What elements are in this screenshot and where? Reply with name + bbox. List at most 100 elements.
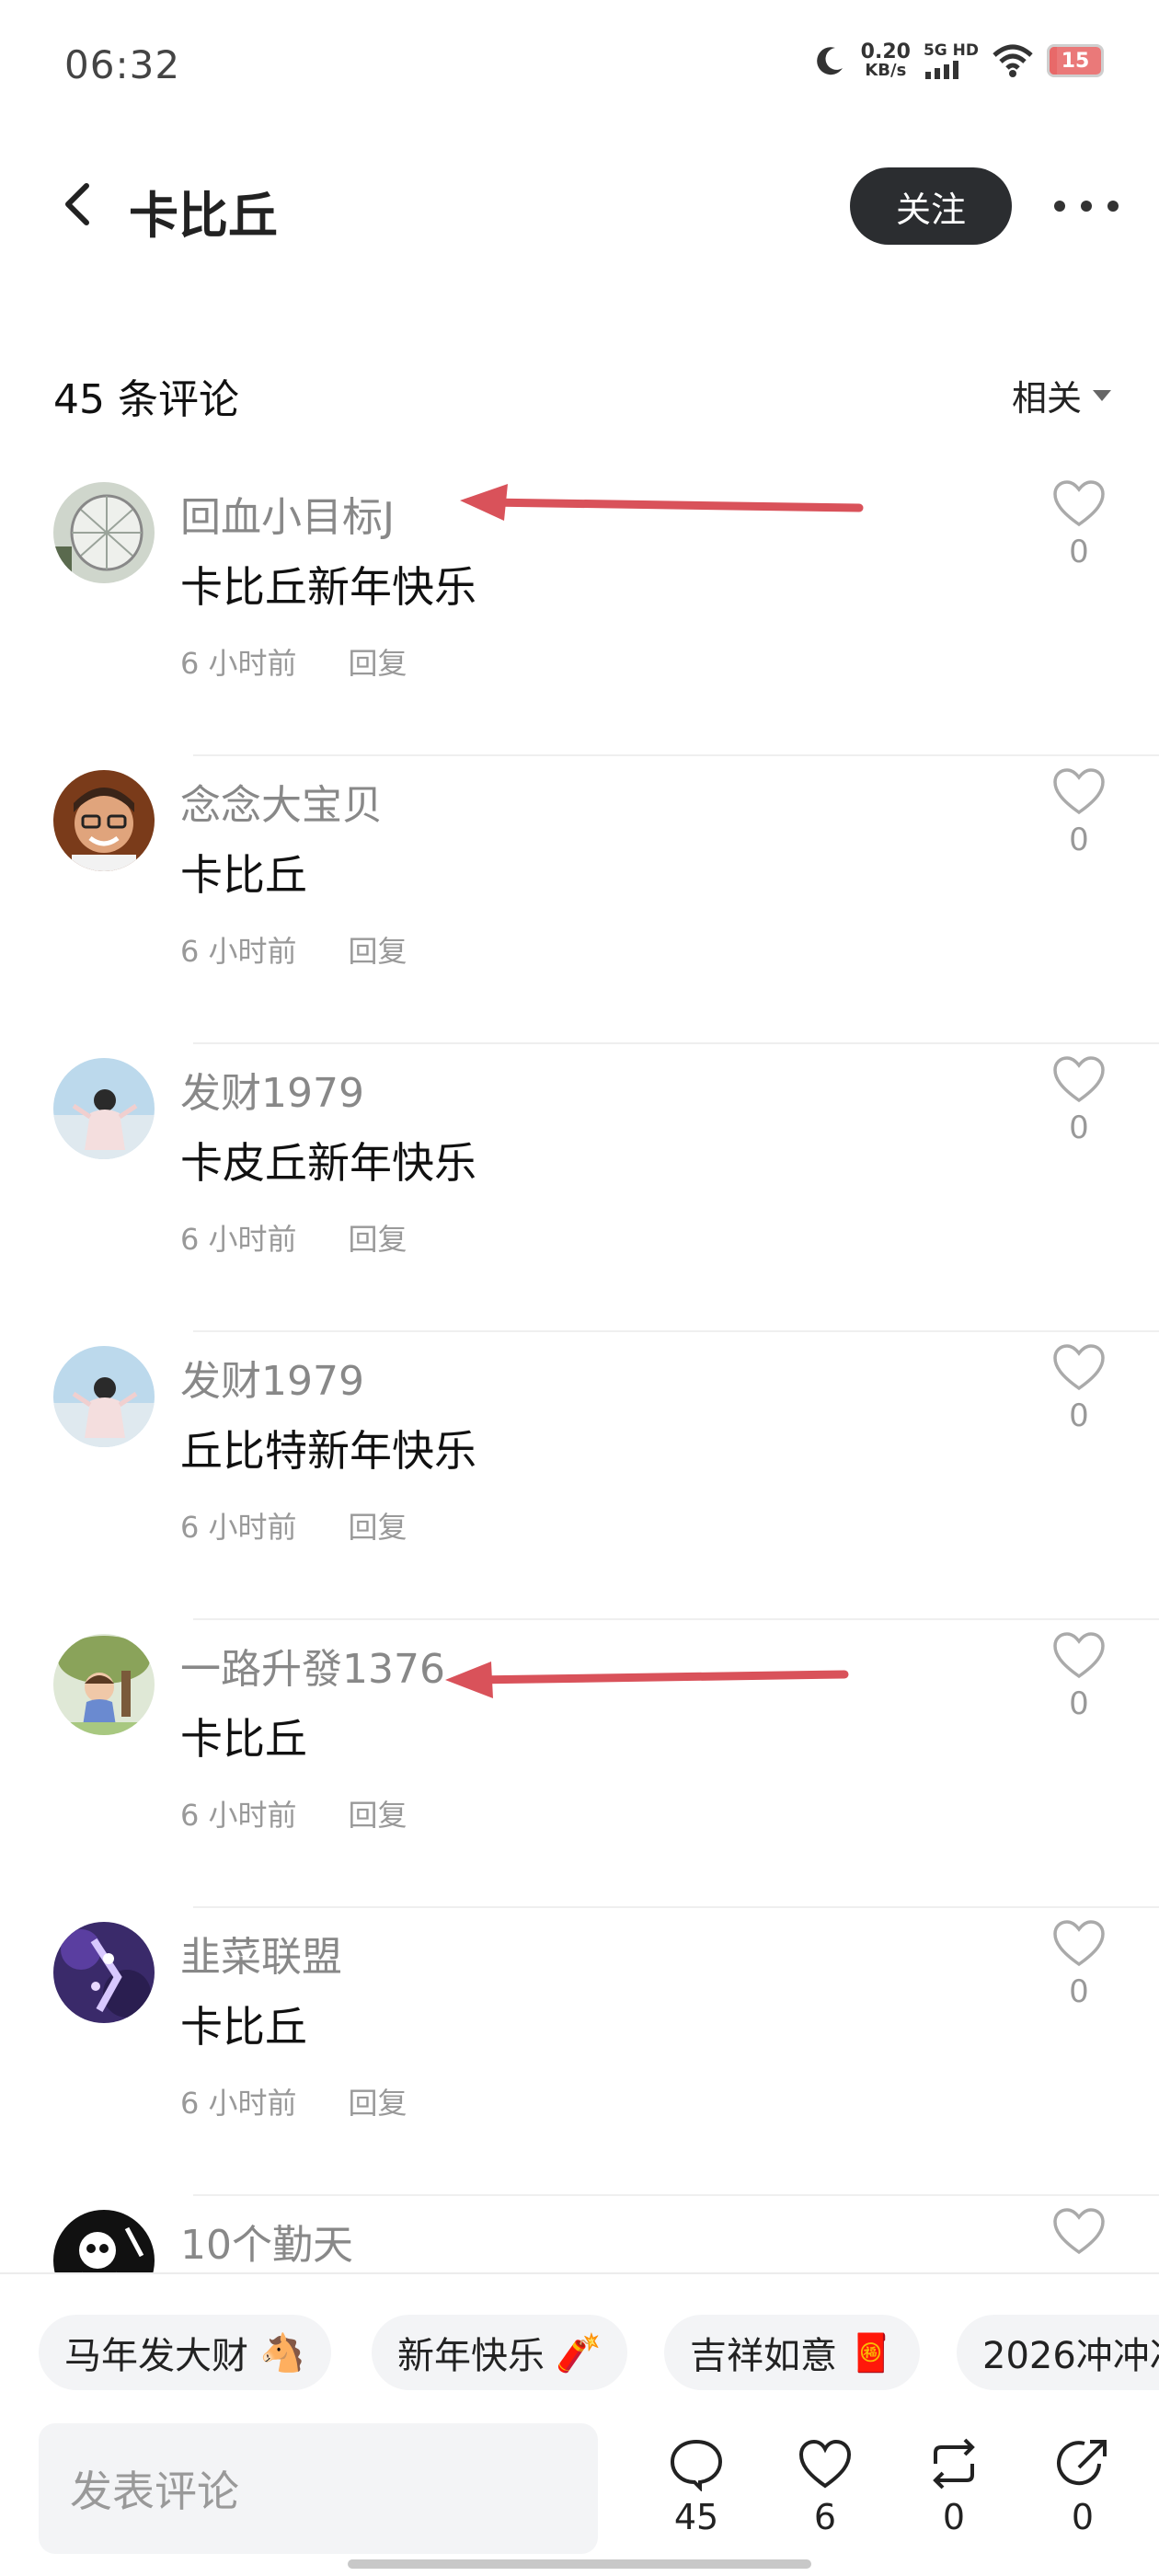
comment-username[interactable]: 一路升發1376 — [180, 1636, 445, 1695]
follow-button[interactable]: 关注 — [850, 167, 1012, 245]
like-count: 0 — [1069, 1973, 1089, 2010]
like-button[interactable]: 0 — [1049, 1342, 1109, 1434]
comment-item: 念念大宝贝 卡比丘 6 小时前 回复 0 — [0, 757, 1159, 1044]
divider — [193, 754, 1159, 756]
comment-time: 6 小时前 — [180, 646, 297, 681]
reply-button[interactable]: 回复 — [349, 2080, 407, 2122]
comment-text: 卡比丘 — [180, 1714, 307, 1764]
share-action[interactable]: 0 — [1041, 2436, 1124, 2537]
like-count: 0 — [1069, 1397, 1089, 1434]
like-count: 0 — [1069, 822, 1089, 858]
heart-icon — [1053, 768, 1105, 815]
comment-meta: 6 小时前 回复 — [180, 1792, 407, 1834]
like-button[interactable]: 0 — [1049, 1054, 1109, 1146]
moon-icon — [816, 47, 843, 75]
caret-down-icon — [1093, 389, 1111, 401]
likes-action[interactable]: 6 — [784, 2436, 866, 2537]
status-time: 06:32 — [64, 42, 181, 87]
comment-input[interactable]: 发表评论 — [39, 2423, 598, 2554]
like-count: 0 — [1069, 1685, 1089, 1722]
divider — [193, 1042, 1159, 1044]
avatar[interactable] — [53, 770, 155, 871]
comment-meta: 6 小时前 回复 — [180, 2080, 407, 2122]
reply-button[interactable]: 回复 — [349, 928, 407, 971]
top-nav: 卡比丘 关注 — [0, 156, 1159, 258]
comment-item: 发财1979 丘比特新年快乐 6 小时前 回复 0 — [0, 1333, 1159, 1620]
avatar[interactable] — [53, 2210, 155, 2272]
repost-icon — [933, 2438, 975, 2490]
avatar[interactable] — [53, 1058, 155, 1159]
like-button[interactable]: 0 — [1049, 766, 1109, 858]
divider — [193, 1906, 1159, 1908]
sort-label: 相关 — [1011, 378, 1082, 419]
divider — [193, 1330, 1159, 1332]
comment-text: 卡皮丘新年快乐 — [180, 1138, 476, 1188]
quick-reply-chip[interactable]: 2026冲冲冲 — [957, 2315, 1159, 2390]
comment-username[interactable]: 念念大宝贝 — [180, 772, 383, 831]
comment-meta: 6 小时前 回复 — [180, 928, 407, 971]
comment-text: 卡比丘 — [180, 2002, 307, 2052]
repost-action[interactable]: 0 — [912, 2436, 995, 2537]
heart-icon — [1053, 1920, 1105, 1967]
comment-text: 丘比特新年快乐 — [180, 1426, 476, 1476]
home-indicator[interactable] — [348, 2559, 811, 2569]
firecracker-icon: 🧨 — [556, 2331, 602, 2375]
comment-text: 卡比丘 — [180, 850, 307, 900]
comments-action[interactable]: 45 — [655, 2436, 738, 2537]
more-icon — [1054, 201, 1065, 212]
avatar[interactable] — [53, 482, 155, 583]
quick-reply-chip[interactable]: 新年快乐 🧨 — [372, 2315, 627, 2390]
page-title: 卡比丘 — [129, 187, 278, 245]
signal-icon: 5G HD — [924, 42, 979, 79]
comment-meta: 6 小时前 回复 — [180, 640, 407, 683]
comment-username[interactable]: 韭菜联盟 — [180, 1924, 342, 1983]
heart-icon — [1053, 1632, 1105, 1679]
comment-time: 6 小时前 — [180, 2086, 297, 2121]
avatar[interactable] — [53, 1346, 155, 1447]
quick-reply-chip[interactable]: 马年发大财 🐴 — [39, 2315, 331, 2390]
avatar[interactable] — [53, 1922, 155, 2023]
heart-icon — [1053, 1344, 1105, 1391]
quick-reply-chip[interactable]: 吉祥如意 🧧 — [664, 2315, 920, 2390]
avatar[interactable] — [53, 1634, 155, 1735]
status-bar: 06:32 0.20 KB/s 5G HD 15 — [0, 0, 1159, 138]
comment-bubble-icon — [670, 2439, 723, 2492]
sort-dropdown[interactable]: 相关 — [1012, 370, 1111, 420]
comment-meta: 6 小时前 回复 — [180, 1216, 407, 1259]
comments-count: 45 — [673, 2497, 719, 2537]
comment-item: 发财1979 卡皮丘新年快乐 6 小时前 回复 0 — [0, 1045, 1159, 1332]
back-icon — [65, 183, 89, 225]
more-button[interactable] — [1054, 188, 1119, 224]
comment-time: 6 小时前 — [180, 1510, 297, 1545]
reply-button[interactable]: 回复 — [349, 1216, 407, 1259]
wifi-icon — [993, 44, 1033, 77]
reposts-count: 0 — [942, 2497, 966, 2537]
like-button[interactable]: 0 — [1049, 1630, 1109, 1722]
like-button[interactable] — [1049, 2206, 1109, 2260]
reply-button[interactable]: 回复 — [349, 1792, 407, 1834]
comment-username[interactable]: 发财1979 — [180, 1060, 364, 1119]
status-icons: 0.20 KB/s 5G HD 15 — [811, 42, 1104, 79]
like-button[interactable]: 0 — [1049, 478, 1109, 570]
comment-username[interactable]: 回血小目标J — [180, 484, 395, 543]
comment-time: 6 小时前 — [180, 1798, 297, 1833]
comment-username[interactable]: 10个勤天 — [180, 2212, 353, 2271]
comment-item: 韭菜联盟 卡比丘 6 小时前 回复 0 — [0, 1909, 1159, 2196]
annotation-arrow — [460, 484, 864, 521]
likes-count: 6 — [813, 2497, 837, 2537]
like-button[interactable]: 0 — [1049, 1918, 1109, 2010]
heart-icon — [1053, 480, 1105, 527]
comment-username[interactable]: 发财1979 — [180, 1348, 364, 1407]
comment-time: 6 小时前 — [180, 1222, 297, 1257]
back-button[interactable] — [55, 177, 101, 232]
comments-header: 45 条评论 相关 — [53, 361, 1111, 425]
divider — [193, 2194, 1159, 2196]
comment-count: 45 条评论 — [53, 376, 239, 423]
like-count: 0 — [1069, 1110, 1089, 1146]
horse-icon: 🐴 — [259, 2331, 305, 2375]
comment-item: 10个勤天 — [0, 2197, 1159, 2272]
comment-time: 6 小时前 — [180, 934, 297, 969]
reply-button[interactable]: 回复 — [349, 1504, 407, 1547]
reply-button[interactable]: 回复 — [349, 640, 407, 683]
divider — [193, 1618, 1159, 1620]
